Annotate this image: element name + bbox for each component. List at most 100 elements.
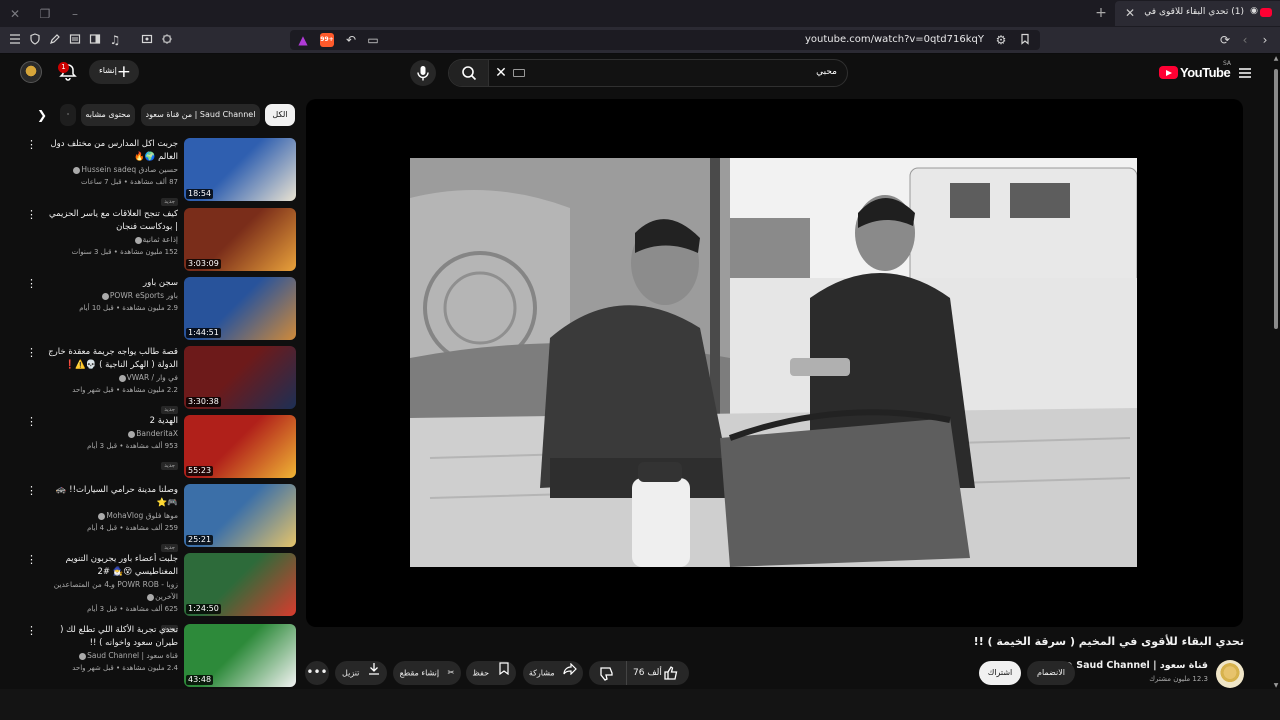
back-icon[interactable]: ‹	[1236, 31, 1254, 49]
recommendation-item[interactable]: ⋮ 55:23 الهدية 2 BanderitaX 953 ألف مشاهدة •…	[24, 415, 296, 479]
clear-search-icon[interactable]: ✕	[493, 65, 509, 81]
recommendation-channel[interactable]: إذاعة ثمانية	[48, 234, 178, 246]
recommendation-stats: 2.4 مليون مشاهدة • قبل شهر واحد	[72, 664, 178, 672]
picture-in-picture-icon[interactable]: ▭	[364, 31, 382, 49]
recommendation-thumbnail[interactable]: 18:54	[184, 138, 296, 201]
chips-next-arrow-icon[interactable]: ❯	[34, 107, 50, 123]
recommendation-channel[interactable]: باور POWR eSports	[48, 290, 178, 302]
save-button[interactable]: حفظ	[466, 661, 516, 685]
recommendation-title[interactable]: جربت اكل المدارس من مختلف دول العالم 🌍🔥	[48, 138, 179, 164]
recommendation-thumbnail[interactable]: 55:23	[184, 415, 296, 478]
reload-icon[interactable]: ⟳	[1216, 31, 1234, 49]
recommendation-title[interactable]: تحدي تجربة الأكلة اللي تطلع لك ( طيران س…	[48, 624, 178, 650]
browser-tab-bar: ✕ ❐ – + ✕ (1) تحدي البقاء للأقوى في المخ…	[0, 0, 1280, 27]
recommendation-title[interactable]: وصلنا مدينة حرامي السيارات!! 🚓🎮⭐	[48, 484, 178, 510]
channel-avatar[interactable]	[1216, 660, 1244, 688]
tracking-settings-icon[interactable]: ⚙	[992, 31, 1010, 49]
scroll-down-icon[interactable]: ▼	[1272, 682, 1280, 689]
more-options-icon[interactable]: ⋮	[26, 484, 37, 500]
recommendation-channel[interactable]: قناة سعود | Saud Channel	[48, 650, 178, 662]
recommendation-item[interactable]: ⋮ 25:21 وصلنا مدينة حرامي السيارات!! 🚓🎮⭐ مو…	[24, 484, 296, 552]
recommendation-channel[interactable]: حسين صادق Hussein sadeq	[48, 164, 178, 176]
window-close-icon[interactable]: ✕	[6, 5, 24, 23]
sidebar-icon[interactable]	[86, 31, 104, 49]
url-bar[interactable]: ▲ 99+ ↶ ▭ youtube.com/watch?v=0qtd716kqY…	[290, 30, 1040, 50]
create-button[interactable]: إنشاء +	[89, 60, 139, 84]
recommendation-title[interactable]: قصة طالب يواجه جريمة معقدة خارج الدولة (…	[48, 346, 178, 372]
recommendation-thumbnail[interactable]: 3:30:38	[184, 346, 296, 409]
pen-icon[interactable]	[46, 31, 64, 49]
screenshot-icon[interactable]	[138, 31, 156, 49]
recommendation-thumbnail[interactable]: 1:44:51	[184, 277, 296, 340]
ublock-badge[interactable]: 99+	[320, 33, 334, 47]
chip-related[interactable]: محتوى مشابه	[81, 104, 135, 126]
recommendation-thumbnail[interactable]: 3:03:09	[184, 208, 296, 271]
recommendation-channel[interactable]: موها فلوق MohaVlog	[48, 510, 178, 522]
shield-icon[interactable]	[26, 31, 44, 49]
recommendation-title[interactable]: سجن باور	[48, 277, 178, 290]
download-button[interactable]: تنزيل	[335, 661, 387, 685]
recommendation-item[interactable]: ⋮ 1:44:51 سجن باور باور POWR eSports 2.9 ملي…	[24, 277, 296, 341]
dislike-button[interactable]	[589, 661, 627, 685]
voice-search-button[interactable]	[410, 60, 436, 86]
music-icon[interactable]: ♫	[106, 31, 124, 49]
menu-icon[interactable]	[6, 31, 24, 49]
tab-close-icon[interactable]: ✕	[1121, 4, 1139, 22]
recommendation-meta: جربت اكل المدارس من مختلف دول العالم 🌍🔥 ح…	[48, 138, 178, 207]
more-actions-icon[interactable]: •••	[305, 661, 329, 685]
recommendation-title[interactable]: الهدية 2	[48, 415, 178, 428]
recommendation-item[interactable]: ⋮ 43:48 تحدي تجربة الأكلة اللي تطلع لك ( ط…	[24, 624, 296, 688]
recommendation-thumbnail[interactable]: 43:48	[184, 624, 296, 687]
window-minimize-icon[interactable]: –	[66, 5, 84, 23]
chips-overflow[interactable]: ·	[60, 104, 76, 126]
more-options-icon[interactable]: ⋮	[26, 138, 37, 154]
more-options-icon[interactable]: ⋮	[26, 208, 37, 224]
forward-icon[interactable]: ›	[1256, 31, 1274, 49]
recommendation-title[interactable]: كيف تنجح العلاقات مع ياسر الحزيمي | بودك…	[48, 208, 178, 234]
browser-tab-active[interactable]: ✕ (1) تحدي البقاء للأقوى في المخ... ◉	[1115, 1, 1280, 26]
more-options-icon[interactable]: ⋮	[26, 553, 37, 569]
more-options-icon[interactable]: ⋮	[26, 277, 37, 293]
recommendation-item[interactable]: ⋮ 3:03:09 كيف تنجح العلاقات مع ياسر الحزيم…	[24, 208, 296, 272]
video-frame[interactable]	[410, 158, 1137, 567]
bookmark-icon[interactable]	[1016, 31, 1034, 49]
recommendation-item[interactable]: ⋮ 1:24:50 جلبت أعضاء باور يجربون التنويم ا…	[24, 553, 296, 633]
more-options-icon[interactable]: ⋮	[26, 624, 37, 640]
recommendation-channel[interactable]: في وار / VWAR	[48, 372, 178, 384]
recommendation-item[interactable]: ⋮ 3:30:38 قصة طالب يواجه جريمة معقدة خارج …	[24, 346, 296, 414]
more-options-icon[interactable]: ⋮	[26, 415, 37, 431]
tab-audio-icon[interactable]: ◉	[1250, 6, 1258, 16]
video-player[interactable]	[306, 99, 1243, 627]
recommendation-item[interactable]: ⋮ 18:54 جربت اكل المدارس من مختلف دول العا…	[24, 138, 296, 206]
chip-from-channel[interactable]: من قناة سعود | Saud Channel	[141, 104, 260, 126]
account-avatar[interactable]	[20, 61, 42, 83]
recommendation-thumbnail[interactable]: 25:21	[184, 484, 296, 547]
recommendation-channel[interactable]: زوبا - POWR ROB وـ4 من المتصاعدين الآخري…	[48, 579, 178, 603]
vpn-icon[interactable]: ▲	[294, 31, 312, 49]
search-button[interactable]	[449, 60, 489, 86]
share-button[interactable]: مشاركة	[523, 661, 583, 685]
reader-icon[interactable]	[66, 31, 84, 49]
join-button[interactable]: الانضمام	[1027, 661, 1075, 685]
scroll-up-icon[interactable]: ▲	[1272, 55, 1280, 62]
extensions-icon[interactable]	[158, 31, 176, 49]
search-input[interactable]: محبي	[816, 67, 837, 77]
keyboard-icon[interactable]	[513, 69, 525, 77]
like-button[interactable]: 76 ألف	[627, 661, 689, 685]
reload-page-icon[interactable]: ↶	[342, 31, 360, 49]
page-scrollbar[interactable]: ▲ ▼	[1272, 55, 1280, 689]
more-options-icon[interactable]: ⋮	[26, 346, 37, 362]
recommendation-channel-name: باور POWR eSports	[109, 291, 178, 300]
scrollbar-thumb[interactable]	[1274, 69, 1278, 329]
guide-menu-icon[interactable]	[1238, 65, 1252, 79]
new-tab-button[interactable]: +	[1092, 4, 1110, 22]
chip-all[interactable]: الكل	[265, 104, 295, 126]
subscribe-button[interactable]: اشتراك	[979, 661, 1021, 685]
channel-name[interactable]: قناة سعود | Saud Channel	[1064, 660, 1208, 671]
recommendation-thumbnail[interactable]: 1:24:50	[184, 553, 296, 616]
recommendation-title[interactable]: جلبت أعضاء باور يجربون التنويم المغناطيس…	[48, 553, 178, 579]
clip-button[interactable]: إنشاء مقطع ✂	[393, 661, 461, 685]
window-maximize-icon[interactable]: ❐	[36, 5, 54, 23]
video-title: تحدي البقاء للأقوى في المخيم ( سرقة الخي…	[973, 635, 1244, 648]
recommendation-channel[interactable]: BanderitaX	[48, 428, 178, 440]
